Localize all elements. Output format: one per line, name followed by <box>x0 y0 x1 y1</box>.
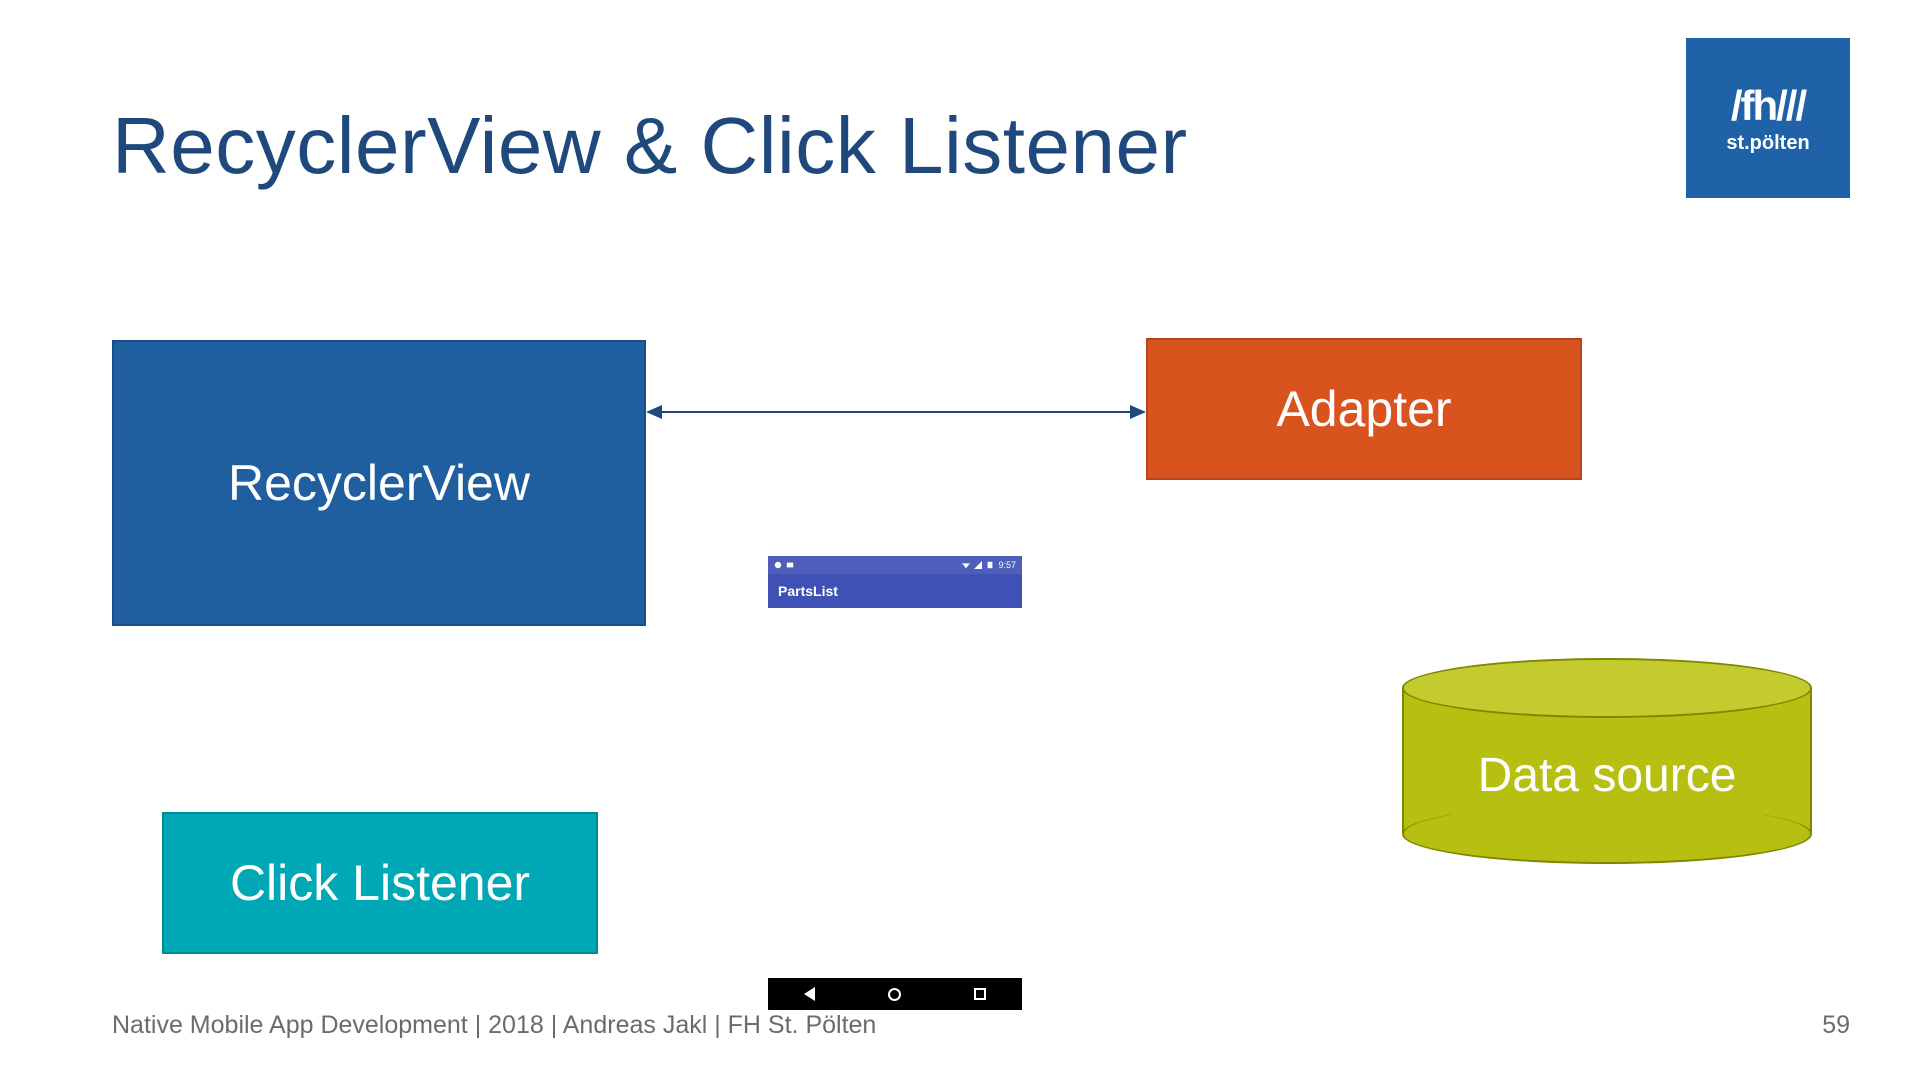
wifi-icon <box>962 561 970 569</box>
page-number: 59 <box>1822 1011 1850 1040</box>
nav-home-icon <box>888 988 901 1001</box>
recyclerview-box: RecyclerView <box>112 340 646 626</box>
mail-icon <box>786 561 794 569</box>
signal-icon <box>974 561 982 569</box>
phone-navbar <box>768 978 1022 1010</box>
datasource-cylinder: Data source <box>1402 658 1812 864</box>
adapter-box: Adapter <box>1146 338 1582 480</box>
click-listener-label: Click Listener <box>230 854 530 912</box>
notification-icon <box>774 561 782 569</box>
footer-text: Native Mobile App Development | 2018 | A… <box>112 1011 876 1040</box>
slide-title: RecyclerView & Click Listener <box>112 100 1188 192</box>
phone-content-area <box>768 608 1022 978</box>
phone-statusbar: 9:57 <box>768 556 1022 574</box>
click-listener-box: Click Listener <box>162 812 598 954</box>
phone-appbar: PartsList <box>768 574 1022 608</box>
double-arrow-icon <box>646 400 1146 424</box>
logo-sub-text: st.pölten <box>1726 132 1809 155</box>
phone-app-title: PartsList <box>778 583 838 599</box>
logo-main-text: /fh/// <box>1731 82 1805 130</box>
phone-clock: 9:57 <box>998 560 1016 570</box>
adapter-label: Adapter <box>1276 380 1451 438</box>
battery-icon <box>986 561 994 569</box>
recyclerview-label: RecyclerView <box>228 454 530 512</box>
phone-mockup: 9:57 PartsList <box>768 556 1022 1010</box>
nav-recent-icon <box>974 988 986 1000</box>
datasource-label: Data source <box>1402 748 1812 803</box>
fh-logo: /fh/// st.pölten <box>1686 38 1850 198</box>
nav-back-icon <box>804 987 815 1001</box>
